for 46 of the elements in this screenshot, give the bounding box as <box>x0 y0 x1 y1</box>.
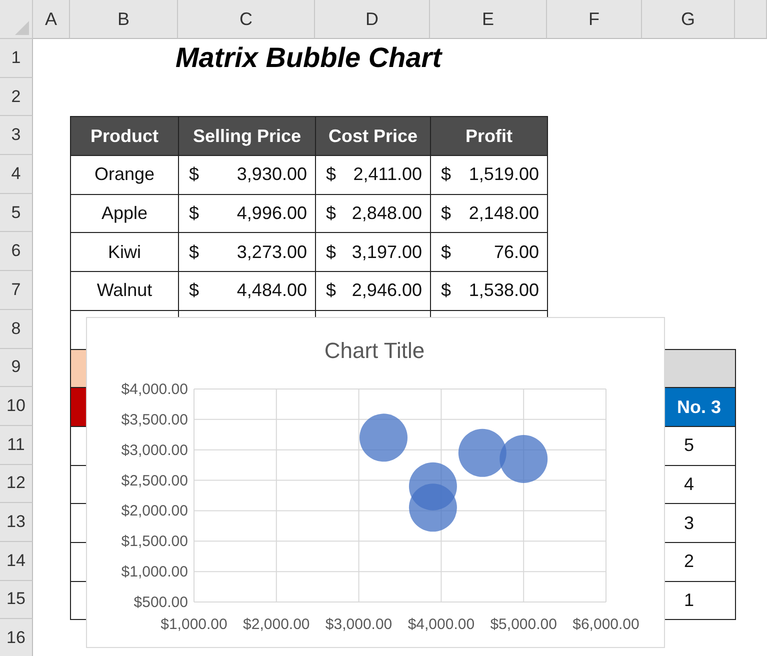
axis-label: $1,000.00 <box>160 616 228 633</box>
axis-label: $4,000.00 <box>408 616 475 633</box>
bubble-chart[interactable]: Chart Title $500.00 $1,000.00 $1,500.00 $2,000.00 $2,500.00 $3,000.00 $3,500.00 $4,000.00 $1,000.00 $2,000.00 $3,000.00 $4,000.00 $5,000.00 $6,000.00 <box>86 317 665 648</box>
row-header[interactable]: 13 <box>0 503 33 542</box>
column-header[interactable]: F <box>547 0 642 39</box>
row-header[interactable]: 2 <box>0 78 33 116</box>
row-header[interactable]: 8 <box>0 310 33 348</box>
axis-label: $3,500.00 <box>121 411 188 428</box>
axis-label: $4,000.00 <box>121 381 188 398</box>
row-header[interactable]: 6 <box>0 232 33 272</box>
axis-label: $3,000.00 <box>121 442 188 459</box>
row-header[interactable]: 9 <box>0 348 33 388</box>
axis-label: $500.00 <box>134 594 188 611</box>
column-header[interactable]: A <box>33 0 70 39</box>
axis-label: $3,000.00 <box>325 616 392 633</box>
row-header[interactable]: 5 <box>0 194 33 232</box>
axis-label: $1,000.00 <box>121 564 188 581</box>
axis-label: $5,000.00 <box>490 616 557 633</box>
axis-label: $2,500.00 <box>121 472 188 490</box>
header-cell: Cost Price <box>315 116 431 156</box>
row-header[interactable]: 11 <box>0 426 33 465</box>
sheet-title: Matrix Bubble Chart <box>174 41 444 76</box>
axis-label: $1,500.00 <box>121 533 188 550</box>
row-header[interactable]: 15 <box>0 580 33 620</box>
column-header[interactable]: E <box>430 0 547 39</box>
column-header[interactable] <box>735 0 767 39</box>
column-header[interactable]: D <box>315 0 430 39</box>
axis-label: $2,000.00 <box>121 502 188 520</box>
column-header[interactable]: B <box>70 0 178 39</box>
row-header[interactable]: 16 <box>0 619 33 656</box>
axis-label: $6,000.00 <box>572 616 640 633</box>
select-all-icon[interactable] <box>15 21 29 35</box>
row-header[interactable]: 4 <box>0 155 33 194</box>
row-header[interactable]: 1 <box>0 39 33 78</box>
axis-label: $2,000.00 <box>243 616 310 633</box>
row-header[interactable]: 10 <box>0 387 33 426</box>
row-header[interactable]: 14 <box>0 542 33 581</box>
row-header[interactable]: 3 <box>0 116 33 156</box>
row-header[interactable]: 12 <box>0 464 33 504</box>
chart-title: Chart Title <box>324 338 425 363</box>
column-header[interactable]: G <box>642 0 735 39</box>
column-header[interactable]: C <box>178 0 315 39</box>
header-cell: Product <box>70 116 179 156</box>
header-cell: Selling Price <box>178 116 316 156</box>
header-cell: Profit <box>430 116 548 156</box>
row-header[interactable]: 7 <box>0 271 33 310</box>
